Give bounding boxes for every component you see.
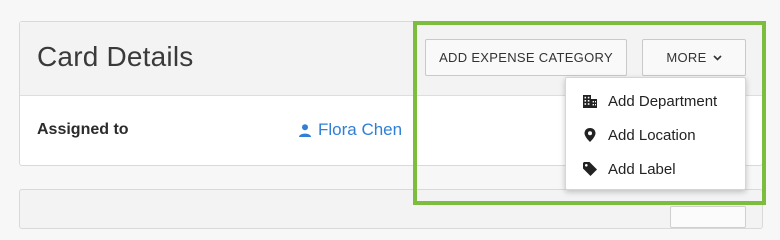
add-expense-category-label: ADD EXPENSE CATEGORY — [439, 50, 613, 65]
menu-item-label: Add Label — [608, 160, 676, 178]
menu-item-label: Add Location — [608, 126, 696, 144]
page-title: Card Details — [37, 41, 194, 72]
more-label: MORE — [666, 50, 707, 65]
add-expense-category-button[interactable]: ADD EXPENSE CATEGORY — [425, 39, 627, 76]
next-card-panel — [19, 189, 763, 229]
more-button[interactable]: MORE — [642, 39, 746, 76]
menu-item-label: Add Department — [608, 92, 718, 110]
location-pin-icon — [584, 128, 596, 142]
assignee-link[interactable]: Flora Chen — [299, 120, 402, 140]
more-dropdown-menu: Add Department Add Location Add Label — [565, 77, 746, 190]
assignee-name: Flora Chen — [318, 120, 403, 139]
assigned-to-label: Assigned to — [37, 121, 129, 138]
chevron-down-icon — [713, 55, 722, 61]
menu-item-add-location[interactable]: Add Location — [566, 120, 745, 150]
menu-item-add-label[interactable]: Add Label — [566, 154, 745, 184]
next-card-button[interactable] — [670, 206, 746, 228]
person-icon — [299, 123, 311, 137]
menu-item-add-department[interactable]: Add Department — [566, 86, 745, 116]
tag-icon — [583, 162, 597, 176]
building-icon — [583, 95, 597, 108]
